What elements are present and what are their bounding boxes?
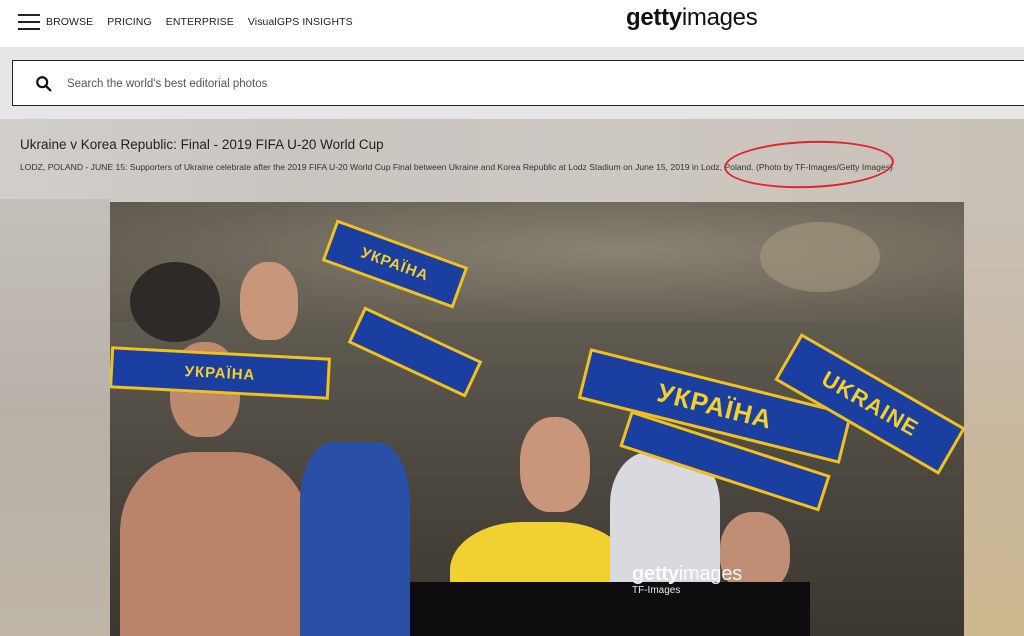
watermark-credit: TF-Images bbox=[632, 585, 681, 596]
photo-watermark: gettyimages TF-Images bbox=[632, 563, 742, 596]
black-banner bbox=[410, 582, 810, 636]
photo-title: Ukraine v Korea Republic: Final - 2019 F… bbox=[20, 137, 384, 152]
fan-body bbox=[300, 442, 410, 636]
search-bar[interactable] bbox=[12, 60, 1024, 106]
watermark-logo: gettyimages bbox=[632, 563, 743, 585]
nav-visualgps-insights[interactable]: VisualGPS INSIGHTS bbox=[248, 15, 353, 29]
top-header: BROWSE PRICING ENTERPRISE VisualGPS INSI… bbox=[0, 0, 1024, 47]
fan-body bbox=[120, 452, 310, 636]
menu-icon[interactable] bbox=[18, 14, 40, 30]
search-input[interactable] bbox=[67, 74, 967, 94]
nav-enterprise[interactable]: ENTERPRISE bbox=[166, 15, 234, 29]
fan-face bbox=[520, 417, 590, 512]
nav-pricing[interactable]: PRICING bbox=[107, 15, 151, 29]
background-crowd bbox=[760, 222, 880, 292]
ukraine-scarf: УКРАЇНА bbox=[110, 346, 331, 400]
nav-browse[interactable]: BROWSE bbox=[46, 15, 93, 29]
editorial-photo[interactable]: УКРАЇНА УКРАЇНА УКРАЇНА UKRAINE bbox=[110, 202, 964, 636]
main-nav: BROWSE PRICING ENTERPRISE VisualGPS INSI… bbox=[46, 15, 367, 29]
search-icon[interactable] bbox=[35, 75, 53, 93]
gettyimages-logo[interactable]: gettyimages bbox=[626, 4, 758, 32]
background-crowd bbox=[130, 262, 220, 342]
fan-face bbox=[240, 262, 298, 340]
